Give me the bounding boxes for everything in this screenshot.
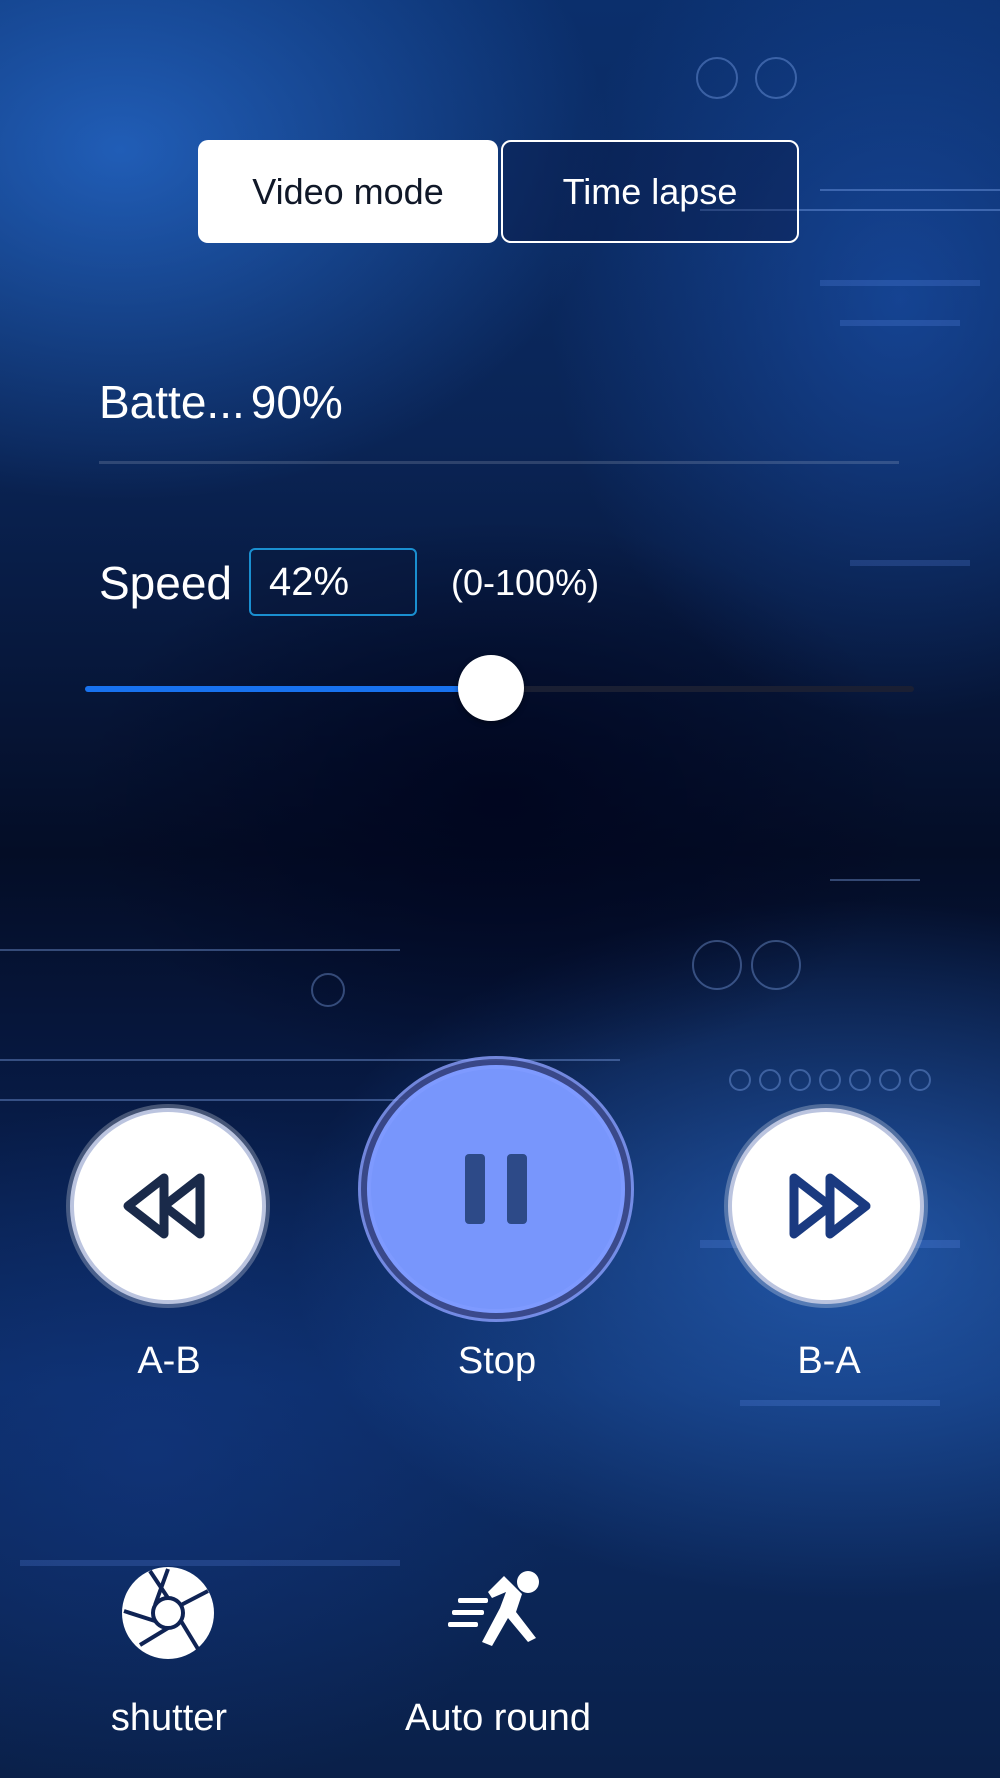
shutter-button[interactable] — [120, 1565, 216, 1666]
auto-round-label: Auto round — [405, 1697, 591, 1739]
pause-button[interactable] — [367, 1065, 625, 1313]
fast-forward-button[interactable] — [728, 1108, 924, 1304]
running-person-icon — [448, 1571, 539, 1646]
fast-forward-label: B-A — [797, 1340, 861, 1382]
battery-status: Batte... 90% — [99, 375, 343, 429]
speed-slider-thumb[interactable] — [458, 655, 525, 721]
shutter-label: shutter — [110, 1697, 228, 1739]
rewind-button[interactable] — [70, 1108, 266, 1304]
pause-label: Stop — [457, 1340, 537, 1382]
battery-value: 90% — [250, 376, 343, 428]
battery-label: Batte... — [99, 376, 245, 428]
fast-forward-icon — [789, 1173, 871, 1239]
auto-round-button[interactable] — [448, 1568, 548, 1653]
rewind-icon — [123, 1173, 205, 1239]
background-decoration — [0, 57, 1000, 1566]
pause-icon — [465, 1154, 527, 1224]
speed-input[interactable] — [249, 548, 417, 616]
tab-time-lapse[interactable]: Time lapse — [501, 140, 799, 243]
speed-slider-fill — [85, 686, 492, 692]
rewind-label: A-B — [137, 1340, 201, 1382]
tab-video-mode[interactable]: Video mode — [198, 140, 498, 243]
divider — [99, 461, 899, 464]
tab-video-mode-label: Video mode — [252, 170, 444, 212]
speed-range-hint: (0-100%) — [451, 562, 600, 603]
speed-label: Speed — [99, 557, 233, 609]
tab-time-lapse-label: Time lapse — [562, 170, 738, 212]
shutter-icon — [122, 1567, 214, 1659]
